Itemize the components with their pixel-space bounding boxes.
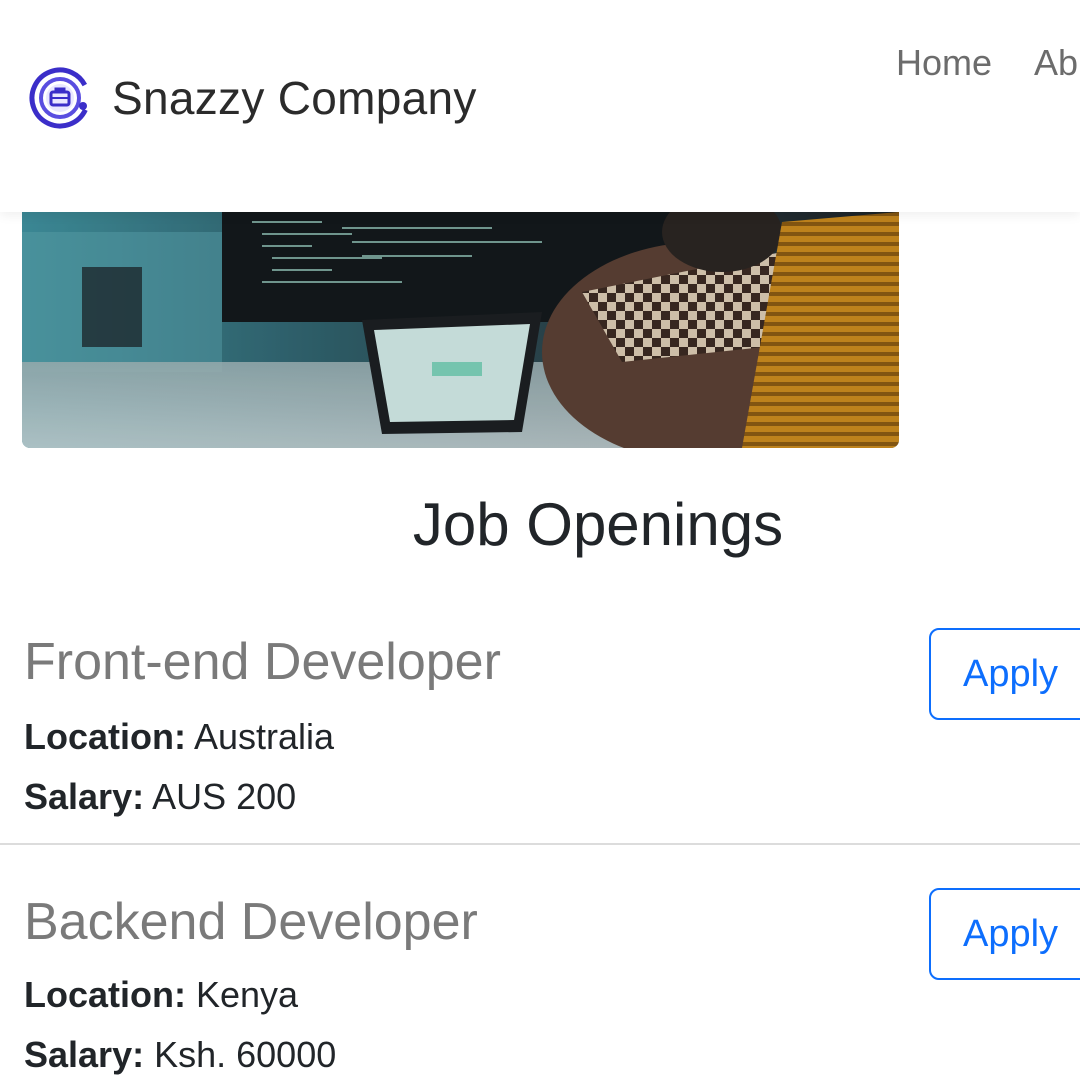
location-value: Australia [194, 716, 335, 757]
briefcase-gear-icon [29, 67, 91, 129]
hero-image [22, 212, 899, 448]
nav-link-about[interactable]: Ab [1034, 42, 1078, 84]
job-salary: Salary: Ksh. 60000 [24, 1034, 336, 1076]
job-salary: Salary: AUS 200 [24, 776, 296, 818]
job-title: Front-end Developer [24, 633, 501, 691]
job-location: Location: Kenya [24, 974, 298, 1016]
job-location: Location: Australia [24, 716, 334, 758]
salary-label: Salary: [24, 1034, 145, 1075]
page-title: Job Openings [412, 491, 784, 558]
location-label: Location: [24, 974, 186, 1015]
job-title: Backend Developer [24, 893, 478, 951]
nav-link-home[interactable]: Home [896, 42, 992, 84]
salary-value: AUS 200 [152, 776, 297, 817]
brand-name: Snazzy Company [112, 72, 477, 124]
apply-button[interactable]: Apply [929, 628, 1080, 720]
location-value: Kenya [196, 974, 299, 1015]
divider [0, 843, 1080, 845]
navbar: Snazzy Company Home Ab [0, 0, 1080, 212]
salary-value: Ksh. 60000 [154, 1034, 337, 1075]
brand-link[interactable]: Snazzy Company [28, 66, 477, 130]
nav-links: Home Ab [896, 42, 1080, 84]
location-label: Location: [24, 716, 186, 757]
developer-workspace-photo [22, 212, 899, 448]
apply-button[interactable]: Apply [929, 888, 1080, 980]
salary-label: Salary: [24, 776, 145, 817]
